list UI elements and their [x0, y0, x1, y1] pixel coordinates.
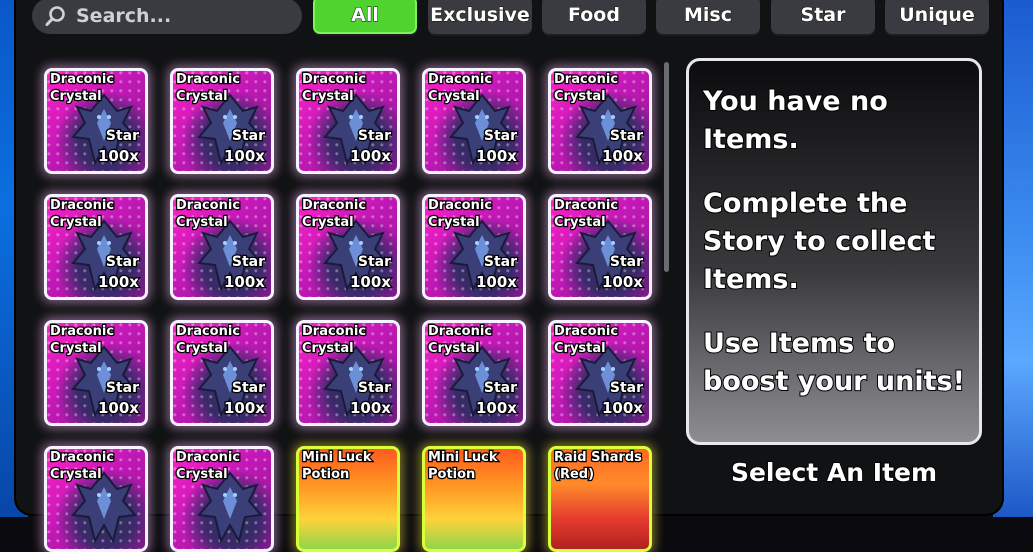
item-name: Draconic Crystal [175, 197, 242, 231]
tab-star[interactable]: Star [771, 0, 875, 34]
item-card[interactable]: Draconic Crystal Star 100x [296, 194, 400, 300]
item-type: Star [231, 127, 267, 146]
item-name: Draconic Crystal [49, 71, 116, 105]
item-name: Draconic Crystal [553, 71, 620, 105]
item-card[interactable]: Mini Luck Potion [422, 446, 526, 552]
item-type: Star [483, 253, 519, 272]
tab-misc[interactable]: Misc [656, 0, 760, 34]
item-quantity: 100x [223, 272, 267, 293]
item-type: Star [231, 379, 267, 398]
item-name: Draconic Crystal [427, 197, 494, 231]
item-quantity: 100x [475, 272, 519, 293]
item-quantity: 100x [475, 398, 519, 419]
search-icon [45, 6, 65, 26]
item-card[interactable]: Draconic Crystal [44, 446, 148, 552]
item-card[interactable]: Raid Shards (Red) [548, 446, 652, 552]
item-type: Star [357, 127, 393, 146]
item-card[interactable]: Draconic Crystal [170, 446, 274, 552]
item-name: Draconic Crystal [301, 71, 368, 105]
item-name: Draconic Crystal [553, 323, 620, 357]
item-name: Raid Shards (Red) [553, 449, 643, 483]
item-quantity: 100x [601, 398, 645, 419]
item-quantity: 100x [349, 398, 393, 419]
item-name: Mini Luck Potion [301, 449, 373, 483]
item-name: Mini Luck Potion [427, 449, 499, 483]
item-quantity: 100x [601, 146, 645, 167]
item-quantity: 100x [349, 272, 393, 293]
item-card[interactable]: Draconic Crystal Star 100x [548, 194, 652, 300]
item-name: Draconic Crystal [301, 323, 368, 357]
item-name: Draconic Crystal [49, 197, 116, 231]
item-type: Star [483, 379, 519, 398]
select-item-label: Select An Item [730, 457, 938, 488]
item-quantity: 100x [223, 398, 267, 419]
item-card[interactable]: Draconic Crystal Star 100x [170, 194, 274, 300]
item-card[interactable]: Draconic Crystal Star 100x [422, 320, 526, 426]
item-card[interactable]: Draconic Crystal Star 100x [296, 320, 400, 426]
item-card[interactable]: Draconic Crystal Star 100x [44, 194, 148, 300]
item-type: Star [609, 379, 645, 398]
item-type: Star [483, 127, 519, 146]
item-card[interactable]: Draconic Crystal Star 100x [422, 194, 526, 300]
item-card[interactable]: Draconic Crystal Star 100x [170, 68, 274, 174]
item-card[interactable]: Draconic Crystal Star 100x [296, 68, 400, 174]
item-type: Star [609, 127, 645, 146]
item-card[interactable]: Draconic Crystal Star 100x [44, 68, 148, 174]
tab-exclusive[interactable]: Exclusive [428, 0, 532, 34]
item-name: Draconic Crystal [49, 323, 116, 357]
tab-food[interactable]: Food [542, 0, 646, 34]
item-name: Draconic Crystal [175, 449, 242, 483]
item-quantity: 100x [223, 146, 267, 167]
tab-all[interactable]: All [313, 0, 417, 34]
item-card[interactable]: Draconic Crystal Star 100x [548, 320, 652, 426]
item-name: Draconic Crystal [301, 197, 368, 231]
item-card[interactable]: Mini Luck Potion [296, 446, 400, 552]
info-no-items: You have no Items. [702, 85, 889, 156]
item-grid-scrollbar[interactable] [664, 62, 669, 272]
item-card[interactable]: Draconic Crystal Star 100x [422, 68, 526, 174]
item-type: Star [609, 253, 645, 272]
item-quantity: 100x [349, 146, 393, 167]
item-card[interactable]: Draconic Crystal Star 100x [170, 320, 274, 426]
item-name: Draconic Crystal [175, 323, 242, 357]
item-name: Draconic Crystal [553, 197, 620, 231]
item-quantity: 100x [97, 272, 141, 293]
search-bar[interactable] [32, 0, 302, 34]
item-type: Star [105, 379, 141, 398]
item-card[interactable]: Draconic Crystal Star 100x [548, 68, 652, 174]
item-quantity: 100x [475, 146, 519, 167]
info-collect-hint: Complete the Story to collect Items. [702, 187, 936, 296]
item-name: Draconic Crystal [427, 71, 494, 105]
item-type: Star [357, 253, 393, 272]
item-type: Star [357, 379, 393, 398]
item-quantity: 100x [601, 272, 645, 293]
item-name: Draconic Crystal [427, 323, 494, 357]
item-quantity: 100x [97, 146, 141, 167]
info-use-hint: Use Items to boost your units! [702, 327, 966, 398]
item-type: Star [105, 253, 141, 272]
item-info-panel: You have no Items. Complete the Story to… [686, 58, 982, 445]
item-type: Star [231, 253, 267, 272]
item-quantity: 100x [97, 398, 141, 419]
tab-unique[interactable]: Unique [885, 0, 989, 34]
item-name: Draconic Crystal [175, 71, 242, 105]
item-type: Star [105, 127, 141, 146]
item-name: Draconic Crystal [49, 449, 116, 483]
search-input[interactable] [74, 4, 278, 28]
item-card[interactable]: Draconic Crystal Star 100x [44, 320, 148, 426]
